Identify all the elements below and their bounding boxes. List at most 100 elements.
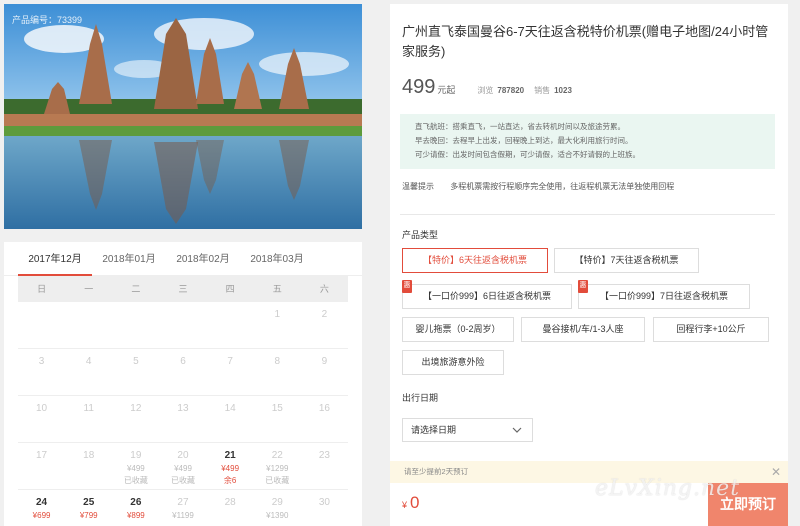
calendar-day: 16: [301, 396, 348, 442]
calendar-day: 10: [18, 396, 65, 442]
day-status: 已收藏: [123, 476, 148, 485]
option-extra-luggage[interactable]: 回程行李+10公斤: [653, 317, 769, 342]
calendar-day[interactable]: 26 ¥899: [112, 490, 159, 526]
calendar-day: [65, 302, 112, 348]
day-number: 11: [83, 403, 94, 414]
sales-label: 销售: [534, 86, 551, 95]
discount-tag-icon: 惠: [578, 280, 588, 293]
option-travel-insurance[interactable]: 出境旅游意外险: [402, 350, 504, 375]
calendar-day: 1: [254, 302, 301, 348]
calendar-day[interactable]: 25 ¥799: [65, 490, 112, 526]
day-status: [254, 428, 301, 439]
calendar-day[interactable]: 27 ¥1199: [159, 490, 206, 526]
day-number: 5: [133, 356, 139, 367]
day-price: [159, 370, 206, 381]
calendar-week-row: 3 4 5 6 7 8 9: [18, 349, 348, 396]
day-price: ¥499: [174, 464, 192, 473]
day-number: 20: [177, 450, 189, 461]
option-airport-pickup[interactable]: 曼谷接机/车/1-3人座: [521, 317, 645, 342]
calendar-day: 9: [301, 349, 348, 395]
calendar-day: 23: [301, 443, 348, 489]
day-number: 13: [177, 403, 189, 414]
day-price: [159, 323, 206, 334]
day-status: 余6: [223, 476, 237, 485]
weekday-label: 四: [225, 284, 235, 294]
calendar-day[interactable]: 22 ¥1299 已收藏: [254, 443, 301, 489]
day-number: [159, 309, 206, 323]
day-number: [207, 309, 254, 323]
day-status: 已收藏: [170, 476, 195, 485]
travel-date-label: 出行日期: [402, 393, 439, 403]
day-price: [112, 417, 159, 428]
option-infant-ticket[interactable]: 婴儿拖票（0-2周岁）: [402, 317, 514, 342]
calendar-grid: 1 2 3 4 5 6 7 8 9 10 11 12 13 14 15 16 17 18 19 ¥499 已收藏 20 ¥4…: [4, 302, 362, 526]
day-price: ¥1390: [266, 511, 289, 520]
day-number: 24: [36, 497, 48, 508]
calendar-day[interactable]: 21 ¥499 余6: [207, 443, 254, 489]
day-price: [18, 370, 65, 381]
option-fixed-999-7day[interactable]: 惠【一口价999】7日往返含税机票: [578, 280, 750, 309]
views-count: 787820: [497, 86, 525, 95]
day-number: 1: [274, 309, 281, 320]
calendar-week-row: 12: [18, 302, 348, 349]
calendar-day[interactable]: 19 ¥499 已收藏: [112, 443, 159, 489]
day-number: 17: [36, 450, 48, 461]
day-price: [65, 417, 112, 428]
day-status: [207, 522, 254, 526]
day-status: [112, 428, 159, 439]
day-status: [301, 334, 348, 345]
notice-text: 请至少提前2天预订: [404, 467, 469, 476]
close-icon[interactable]: ✕: [771, 461, 781, 483]
day-status: [207, 334, 254, 345]
day-price: [65, 323, 112, 334]
day-price: [207, 511, 254, 522]
product-panel: 广州直飞泰国曼谷6-7天往返含税特价机票(赠电子地图/24小时管家服务) 499…: [390, 4, 788, 526]
day-status: [18, 428, 65, 439]
month-tab[interactable]: 2018年03月: [240, 242, 314, 275]
calendar-day: [159, 302, 206, 348]
option-label: 出境旅游意外险: [421, 357, 485, 367]
calendar-day: [112, 302, 159, 348]
option-special-7day[interactable]: 【特价】7天往返含税机票: [554, 248, 699, 273]
weekday-header: 日一二三四五六: [18, 276, 348, 302]
calendar-day: 30: [301, 490, 348, 526]
calendar-day[interactable]: 20 ¥499 已收藏: [159, 443, 206, 489]
month-tab[interactable]: 2017年12月: [18, 242, 92, 276]
day-number: 28: [224, 497, 236, 508]
day-price: [254, 417, 301, 428]
calendar-day[interactable]: 29 ¥1390: [254, 490, 301, 526]
day-status: [112, 381, 159, 392]
option-label: 【特价】7天往返含税机票: [574, 255, 679, 265]
day-price: [207, 323, 254, 334]
day-price: ¥699: [32, 511, 51, 520]
info-line: 早去晚回：去程早上出发，回程晚上到达，最大化利用旅行时间。: [415, 136, 633, 145]
temple-photo: [4, 4, 362, 229]
product-title: 广州直飞泰国曼谷6-7天往返含税特价机票(赠电子地图/24小时管家服务): [402, 24, 769, 59]
day-status: [65, 522, 112, 526]
option-special-6day[interactable]: 【特价】6天往返含税机票: [402, 248, 548, 273]
price-calendar: 2017年12月 2018年01月 2018年02月 2018年03月 日 一 二 三 四 五 六…: [4, 242, 362, 526]
day-status: [301, 475, 348, 486]
month-tab[interactable]: 2018年02月: [166, 242, 240, 275]
weekday-label: 日: [37, 284, 47, 294]
day-number: 16: [318, 403, 330, 414]
day-status: [18, 475, 65, 486]
day-status: [65, 475, 112, 486]
day-status: [65, 334, 112, 345]
day-price: [301, 511, 348, 522]
calendar-day: 17: [18, 443, 65, 489]
date-select[interactable]: 请选择日期: [402, 418, 533, 442]
calendar-week-row: 24 ¥699 25 ¥799 26 ¥899 27 ¥1199 28 29 ¥1390 30: [18, 490, 348, 526]
day-price: ¥499: [126, 464, 145, 473]
tip-label: 温馨提示: [402, 182, 434, 191]
calendar-day: 11: [65, 396, 112, 442]
day-status: [112, 334, 159, 345]
option-fixed-999-6day[interactable]: 惠【一口价999】6日往返含税机票: [402, 280, 572, 309]
calendar-day[interactable]: 24 ¥699: [18, 490, 65, 526]
option-label: 【特价】6天往返含税机票: [422, 255, 527, 265]
month-tab[interactable]: 2018年01月: [92, 242, 166, 275]
day-number: 21: [224, 450, 236, 461]
day-status: [159, 334, 206, 345]
day-status: [301, 428, 348, 439]
chevron-down-icon: [512, 420, 522, 450]
